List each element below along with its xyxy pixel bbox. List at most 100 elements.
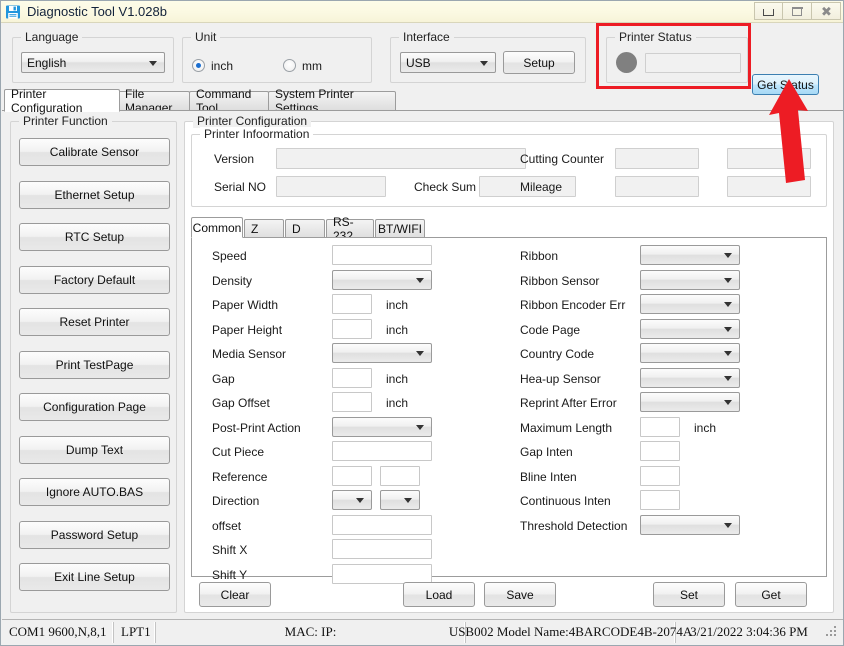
main-tab-strip: Printer Configuration File Manager Comma… — [2, 87, 843, 115]
field-combo-threshold-detection[interactable] — [640, 515, 740, 535]
close-button[interactable]: ✖ — [812, 2, 841, 20]
printer-function-group: Printer Function Calibrate Sensor Etherne… — [10, 114, 177, 613]
field-input-continuous-inten[interactable] — [640, 490, 680, 510]
chevron-down-icon — [724, 278, 732, 283]
common-tab-page: Speed Density Paper Width inch Paper Height i… — [191, 237, 827, 584]
printer-function-button-label: Password Setup — [50, 528, 139, 542]
field-combo-ribbon-sensor[interactable] — [640, 270, 740, 290]
printer-function-button-ethernet-setup[interactable]: Ethernet Setup — [19, 181, 170, 209]
printer-function-button-reset-printer[interactable]: Reset Printer — [19, 308, 170, 336]
field-combo-reprint-after-error[interactable] — [640, 392, 740, 412]
status-datetime: 3/21/2022 3:04:36 PM — [690, 624, 808, 639]
subtab-rs232[interactable]: RS-232 — [326, 215, 374, 243]
field-input-cut-piece[interactable] — [332, 441, 432, 461]
field-input-speed[interactable] — [332, 245, 432, 265]
field-combo-country-code[interactable] — [640, 343, 740, 363]
save-button[interactable]: Save — [484, 582, 556, 607]
field-combo-ribbon-encoder-err[interactable] — [640, 294, 740, 314]
get-button[interactable]: Get — [735, 582, 807, 607]
printer-function-button-label: Configuration Page — [43, 400, 146, 414]
field-label-offset: offset — [212, 519, 242, 533]
resize-grip[interactable] — [824, 624, 840, 640]
field-combo-direction-1[interactable] — [332, 490, 372, 510]
field-input-offset[interactable] — [332, 515, 432, 535]
clear-button[interactable]: Clear — [199, 582, 271, 607]
set-button[interactable]: Set — [653, 582, 725, 607]
minimize-button[interactable] — [754, 2, 783, 20]
cutting-counter-field — [615, 148, 699, 169]
field-input-bline-inten[interactable] — [640, 466, 680, 486]
field-input-gap[interactable] — [332, 368, 372, 388]
field-label-direction: Direction — [212, 494, 260, 508]
printer-function-button-rtc-setup[interactable]: RTC Setup — [19, 223, 170, 251]
interface-setup-button[interactable]: Setup — [503, 51, 575, 74]
printer-configuration-group: Printer Configuration Printer Infoormati… — [184, 114, 834, 613]
window-title: Diagnostic Tool V1.028b — [27, 4, 167, 19]
field-combo-media-sensor[interactable] — [332, 343, 432, 363]
field-combo-density[interactable] — [332, 270, 432, 290]
mileage-field — [615, 176, 699, 197]
field-combo-code-page[interactable] — [640, 319, 740, 339]
chevron-down-icon — [404, 498, 412, 503]
version-label: Version — [214, 152, 255, 166]
printer-function-button-configuration-page[interactable]: Configuration Page — [19, 393, 170, 421]
chevron-down-icon — [724, 351, 732, 356]
field-combo-ribbon[interactable] — [640, 245, 740, 265]
tab-command-tool[interactable]: Command Tool — [189, 87, 269, 115]
language-legend: Language — [21, 30, 83, 44]
subtab-d[interactable]: D — [285, 219, 325, 239]
tab-printer-configuration[interactable]: Printer Configuration — [4, 87, 120, 115]
load-button[interactable]: Load — [403, 582, 475, 607]
field-input-reference-2[interactable] — [380, 466, 420, 486]
field-combo-post-print-action[interactable] — [332, 417, 432, 437]
field-label-maximum-length: Maximum Length — [520, 421, 613, 435]
unit-label-inch: inch — [211, 59, 234, 73]
field-label-threshold-detection: Threshold Detection — [520, 519, 628, 533]
field-input-gap-offset[interactable] — [332, 392, 372, 412]
tab-system-printer-settings[interactable]: System Printer Settings — [268, 87, 396, 115]
interface-select[interactable]: USB — [400, 52, 496, 73]
chevron-down-icon — [724, 400, 732, 405]
field-input-shift-x[interactable] — [332, 539, 432, 559]
field-combo-hea-up-sensor[interactable] — [640, 368, 740, 388]
chevron-down-icon — [724, 253, 732, 258]
field-input-paper-height[interactable] — [332, 319, 372, 339]
printer-function-button-password-setup[interactable]: Password Setup — [19, 521, 170, 549]
field-unit-gap-offset: inch — [386, 396, 409, 410]
printer-function-button-label: RTC Setup — [64, 230, 125, 244]
serial-no-field — [276, 176, 386, 197]
field-input-maximum-length[interactable] — [640, 417, 680, 437]
language-select[interactable]: English — [21, 52, 165, 73]
subtab-common[interactable]: Common — [191, 217, 243, 238]
load-label: Load — [425, 587, 453, 602]
subtab-z[interactable]: Z — [244, 219, 284, 239]
version-field — [276, 148, 526, 169]
status-bar: COM1 9600,N,8,1 LPT1 MAC: IP: USB002 Mod… — [2, 619, 843, 644]
field-input-reference-1[interactable] — [332, 466, 372, 486]
maximize-icon — [792, 6, 802, 16]
floppy-disk-icon — [5, 4, 21, 20]
printer-function-button-print-testpage[interactable]: Print TestPage — [19, 351, 170, 379]
field-combo-direction-2[interactable] — [380, 490, 420, 510]
printer-function-button-exit-line-setup[interactable]: Exit Line Setup — [19, 563, 170, 591]
printer-function-button-calibrate-sensor[interactable]: Calibrate Sensor — [19, 138, 170, 166]
field-input-gap-inten[interactable] — [640, 441, 680, 461]
subtab-btwifi[interactable]: BT/WIFI — [375, 219, 425, 239]
printer-function-button-ignore-auto-bas[interactable]: Ignore AUTO.BAS — [19, 478, 170, 506]
status-mac-ip: MAC: IP: — [156, 621, 466, 643]
subtab-d-label: D — [292, 222, 301, 236]
field-input-paper-width[interactable] — [332, 294, 372, 314]
unit-radio-mm[interactable] — [283, 59, 296, 72]
printer-function-button-label: Ignore AUTO.BAS — [45, 485, 144, 499]
cutting-counter-extra-field — [727, 148, 811, 169]
window-controls: ✖ — [754, 2, 841, 20]
field-label-gap-offset: Gap Offset — [212, 396, 270, 410]
tab-file-manager[interactable]: File Manager — [118, 87, 190, 115]
printer-status-legend: Printer Status — [615, 30, 696, 44]
unit-radio-inch[interactable] — [192, 59, 205, 72]
field-unit-gap: inch — [386, 372, 409, 386]
maximize-button[interactable] — [783, 2, 812, 20]
printer-function-button-factory-default[interactable]: Factory Default — [19, 266, 170, 294]
printer-function-button-dump-text[interactable]: Dump Text — [19, 436, 170, 464]
interface-group: Interface USB Setup — [390, 30, 586, 83]
